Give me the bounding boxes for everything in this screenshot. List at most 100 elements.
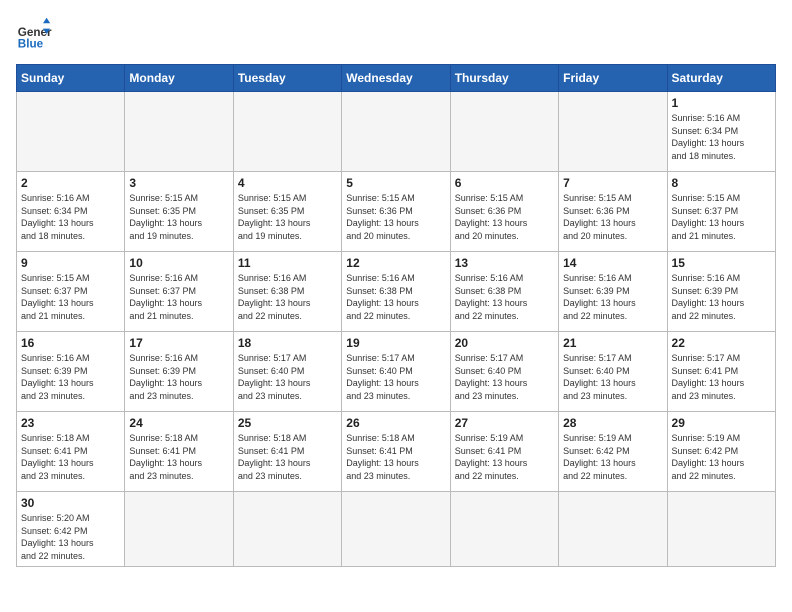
logo-icon: General Blue [16,16,52,52]
calendar-day-cell: 14 Sunrise: 5:16 AM Sunset: 6:39 PM Dayli… [559,252,667,332]
calendar-body: 1Sunrise: 5:16 AM Sunset: 6:34 PM Daylig… [17,92,776,567]
day-info: Sunrise: 5:16 AM Sunset: 6:38 PM Dayligh… [455,272,554,322]
calendar-week-row: 30 Sunrise: 5:20 AM Sunset: 6:42 PM Dayli… [17,492,776,567]
calendar-day-cell: 7 Sunrise: 5:15 AM Sunset: 6:36 PM Daylig… [559,172,667,252]
calendar-day-cell [125,492,233,567]
calendar-day-cell: 27Sunrise: 5:19 AM Sunset: 6:41 PM Dayli… [450,412,558,492]
calendar-day-cell: 17Sunrise: 5:16 AM Sunset: 6:39 PM Dayli… [125,332,233,412]
calendar-day-cell [233,92,341,172]
calendar-week-row: 23 Sunrise: 5:18 AM Sunset: 6:41 PM Dayli… [17,412,776,492]
day-info: Sunrise: 5:18 AM Sunset: 6:41 PM Dayligh… [129,432,228,482]
calendar-week-row: 1Sunrise: 5:16 AM Sunset: 6:34 PM Daylig… [17,92,776,172]
calendar-day-cell: 23 Sunrise: 5:18 AM Sunset: 6:41 PM Dayli… [17,412,125,492]
day-number: 25 [238,416,337,430]
calendar-day-cell [17,92,125,172]
day-info: Sunrise: 5:19 AM Sunset: 6:41 PM Dayligh… [455,432,554,482]
day-info: Sunrise: 5:18 AM Sunset: 6:41 PM Dayligh… [238,432,337,482]
day-number: 9 [21,256,120,270]
day-info: Sunrise: 5:16 AM Sunset: 6:37 PM Dayligh… [129,272,228,322]
day-info: Sunrise: 5:18 AM Sunset: 6:41 PM Dayligh… [21,432,120,482]
day-info: Sunrise: 5:18 AM Sunset: 6:41 PM Dayligh… [346,432,445,482]
day-number: 6 [455,176,554,190]
day-info: Sunrise: 5:17 AM Sunset: 6:40 PM Dayligh… [238,352,337,402]
calendar-week-row: 2 Sunrise: 5:16 AM Sunset: 6:34 PM Daylig… [17,172,776,252]
weekday-header: Saturday [667,65,775,92]
day-info: Sunrise: 5:20 AM Sunset: 6:42 PM Dayligh… [21,512,120,562]
day-info: Sunrise: 5:15 AM Sunset: 6:35 PM Dayligh… [238,192,337,242]
day-number: 26 [346,416,445,430]
day-number: 30 [21,496,120,510]
calendar-day-cell: 19Sunrise: 5:17 AM Sunset: 6:40 PM Dayli… [342,332,450,412]
weekday-header: Tuesday [233,65,341,92]
calendar-week-row: 9Sunrise: 5:15 AM Sunset: 6:37 PM Daylig… [17,252,776,332]
calendar-day-cell [342,92,450,172]
day-number: 16 [21,336,120,350]
calendar-day-cell [559,92,667,172]
day-info: Sunrise: 5:15 AM Sunset: 6:36 PM Dayligh… [563,192,662,242]
calendar-day-cell: 13 Sunrise: 5:16 AM Sunset: 6:38 PM Dayli… [450,252,558,332]
day-number: 7 [563,176,662,190]
day-number: 22 [672,336,771,350]
day-info: Sunrise: 5:15 AM Sunset: 6:36 PM Dayligh… [455,192,554,242]
calendar-day-cell: 20Sunrise: 5:17 AM Sunset: 6:40 PM Dayli… [450,332,558,412]
calendar-day-cell: 9Sunrise: 5:15 AM Sunset: 6:37 PM Daylig… [17,252,125,332]
calendar-day-cell: 10Sunrise: 5:16 AM Sunset: 6:37 PM Dayli… [125,252,233,332]
weekday-header: Friday [559,65,667,92]
calendar-day-cell: 15 Sunrise: 5:16 AM Sunset: 6:39 PM Dayli… [667,252,775,332]
calendar-day-cell: 28 Sunrise: 5:19 AM Sunset: 6:42 PM Dayli… [559,412,667,492]
calendar-day-cell: 3Sunrise: 5:15 AM Sunset: 6:35 PM Daylig… [125,172,233,252]
calendar-day-cell: 5 Sunrise: 5:15 AM Sunset: 6:36 PM Daylig… [342,172,450,252]
day-info: Sunrise: 5:16 AM Sunset: 6:38 PM Dayligh… [346,272,445,322]
calendar-day-cell: 26 Sunrise: 5:18 AM Sunset: 6:41 PM Dayli… [342,412,450,492]
day-number: 11 [238,256,337,270]
svg-text:Blue: Blue [18,38,44,51]
day-info: Sunrise: 5:17 AM Sunset: 6:41 PM Dayligh… [672,352,771,402]
day-number: 29 [672,416,771,430]
day-number: 3 [129,176,228,190]
calendar-day-cell [559,492,667,567]
day-info: Sunrise: 5:19 AM Sunset: 6:42 PM Dayligh… [563,432,662,482]
weekday-header: Wednesday [342,65,450,92]
calendar-day-cell: 2 Sunrise: 5:16 AM Sunset: 6:34 PM Daylig… [17,172,125,252]
day-number: 8 [672,176,771,190]
calendar-day-cell: 8 Sunrise: 5:15 AM Sunset: 6:37 PM Daylig… [667,172,775,252]
day-number: 23 [21,416,120,430]
calendar-day-cell [667,492,775,567]
day-number: 15 [672,256,771,270]
day-number: 5 [346,176,445,190]
calendar-day-cell: 22 Sunrise: 5:17 AM Sunset: 6:41 PM Dayli… [667,332,775,412]
day-number: 24 [129,416,228,430]
day-number: 14 [563,256,662,270]
weekday-header: Monday [125,65,233,92]
day-info: Sunrise: 5:16 AM Sunset: 6:39 PM Dayligh… [563,272,662,322]
day-info: Sunrise: 5:15 AM Sunset: 6:36 PM Dayligh… [346,192,445,242]
day-info: Sunrise: 5:17 AM Sunset: 6:40 PM Dayligh… [563,352,662,402]
calendar-day-cell: 11 Sunrise: 5:16 AM Sunset: 6:38 PM Dayli… [233,252,341,332]
day-info: Sunrise: 5:16 AM Sunset: 6:38 PM Dayligh… [238,272,337,322]
calendar-day-cell: 16 Sunrise: 5:16 AM Sunset: 6:39 PM Dayli… [17,332,125,412]
day-info: Sunrise: 5:17 AM Sunset: 6:40 PM Dayligh… [455,352,554,402]
calendar-day-cell [450,92,558,172]
calendar-day-cell: 29Sunrise: 5:19 AM Sunset: 6:42 PM Dayli… [667,412,775,492]
calendar-day-cell [450,492,558,567]
page-header: General Blue [16,16,776,52]
day-info: Sunrise: 5:15 AM Sunset: 6:37 PM Dayligh… [672,192,771,242]
day-number: 19 [346,336,445,350]
day-number: 28 [563,416,662,430]
calendar-week-row: 16 Sunrise: 5:16 AM Sunset: 6:39 PM Dayli… [17,332,776,412]
day-info: Sunrise: 5:16 AM Sunset: 6:34 PM Dayligh… [21,192,120,242]
logo: General Blue [16,16,52,52]
calendar-day-cell: 12 Sunrise: 5:16 AM Sunset: 6:38 PM Dayli… [342,252,450,332]
calendar-day-cell: 18Sunrise: 5:17 AM Sunset: 6:40 PM Dayli… [233,332,341,412]
calendar-day-cell: 6 Sunrise: 5:15 AM Sunset: 6:36 PM Daylig… [450,172,558,252]
day-number: 12 [346,256,445,270]
day-number: 21 [563,336,662,350]
day-info: Sunrise: 5:16 AM Sunset: 6:39 PM Dayligh… [21,352,120,402]
day-info: Sunrise: 5:16 AM Sunset: 6:39 PM Dayligh… [672,272,771,322]
calendar-day-cell: 4Sunrise: 5:15 AM Sunset: 6:35 PM Daylig… [233,172,341,252]
day-number: 13 [455,256,554,270]
day-number: 2 [21,176,120,190]
weekday-header: Sunday [17,65,125,92]
calendar-day-cell [233,492,341,567]
calendar-day-cell: 21 Sunrise: 5:17 AM Sunset: 6:40 PM Dayli… [559,332,667,412]
